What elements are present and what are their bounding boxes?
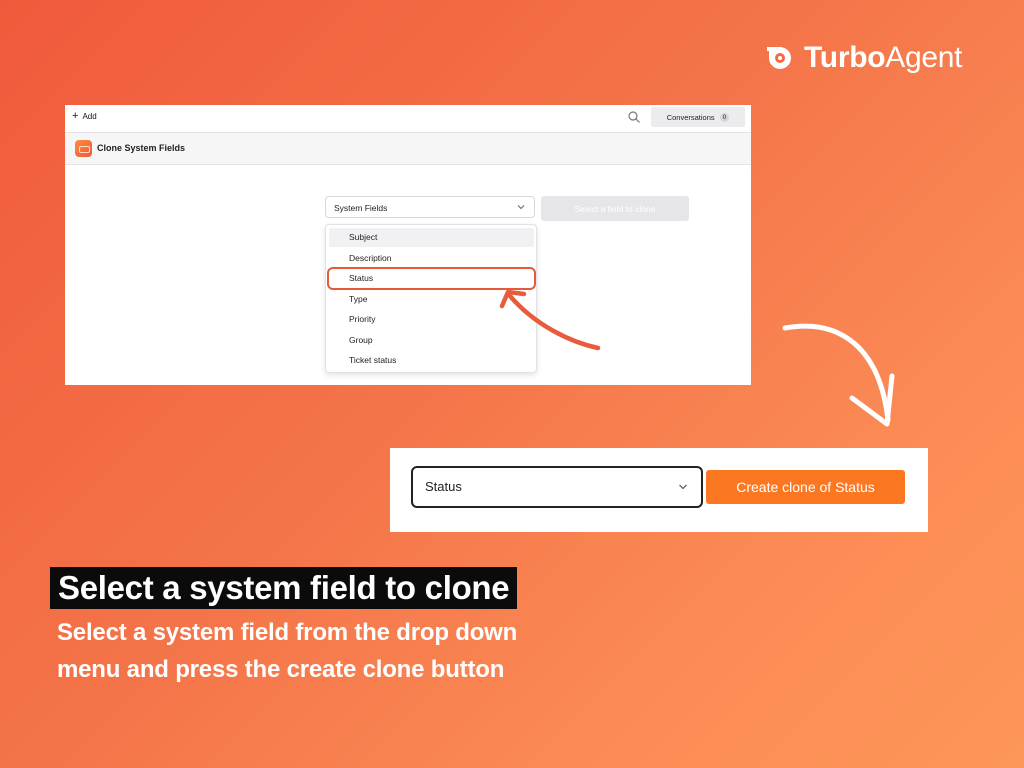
chevron-down-icon xyxy=(679,484,687,490)
add-button[interactable]: + Add xyxy=(72,111,97,122)
menu-item-subject[interactable]: Subject xyxy=(329,228,534,247)
brand-name-bold: Turbo xyxy=(804,41,886,74)
system-fields-select[interactable]: System Fields xyxy=(325,196,535,218)
caption-description: Select a system field from the drop down… xyxy=(57,619,518,683)
screenshot-panel-create-clone: Status Create clone of Status xyxy=(390,448,928,532)
create-clone-button[interactable]: Create clone of Status xyxy=(706,470,905,504)
add-label: Add xyxy=(82,112,97,121)
top-bar: + Add Conversations 0 xyxy=(65,105,751,133)
chevron-down-icon xyxy=(517,205,525,210)
conversations-label: Conversations xyxy=(666,112,715,122)
status-select[interactable]: Status xyxy=(411,466,703,508)
brand-name: TurboAgent xyxy=(804,41,962,75)
screenshot-panel-clone-fields: + Add Conversations 0 Clone System Fields … xyxy=(65,105,751,385)
page-title: Clone System Fields xyxy=(97,143,186,153)
turbo-logo-icon xyxy=(767,47,791,69)
conversations-button[interactable]: Conversations 0 xyxy=(651,107,745,127)
search-icon[interactable] xyxy=(627,110,641,124)
select-field-to-clone-button[interactable]: Select a field to clone xyxy=(541,196,689,221)
select-value: System Fields xyxy=(334,203,388,213)
plus-icon: + xyxy=(72,110,79,122)
pointer-arrow-icon xyxy=(499,289,601,351)
conversations-count-badge: 0 xyxy=(719,112,730,122)
select-value: Status xyxy=(425,479,462,494)
caption-title: Select a system field to clone xyxy=(50,567,518,609)
app-icon xyxy=(75,140,92,157)
menu-item-description[interactable]: Description xyxy=(329,249,534,268)
brand-name-regular: Agent xyxy=(885,41,963,74)
brand: TurboAgent xyxy=(764,40,962,76)
app-header: Clone System Fields xyxy=(65,133,751,165)
curved-arrow-icon xyxy=(782,323,895,427)
